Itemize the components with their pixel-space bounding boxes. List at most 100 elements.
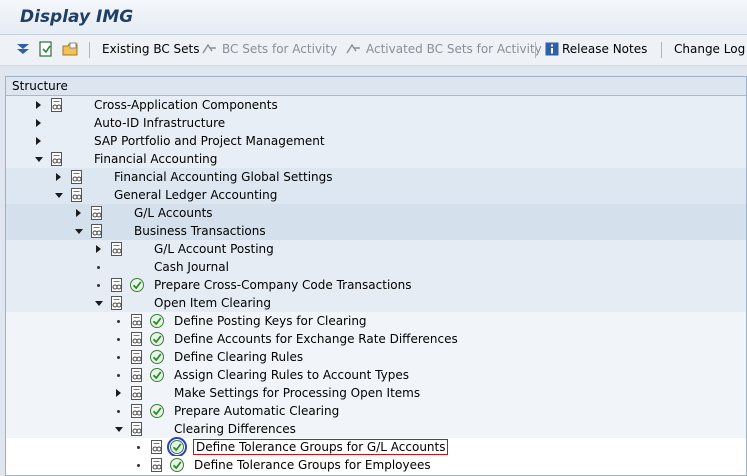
tree-row-label: Assign Clearing Rules to Account Types [174,368,409,382]
collapse-node-icon[interactable] [75,229,83,234]
documentation-icon[interactable] [109,295,125,311]
leaf-bullet-icon [137,446,140,449]
tree-row[interactable]: Financial Accounting [6,150,746,168]
collapse-node-icon[interactable] [115,427,123,432]
leaf-bullet-icon [117,374,120,377]
tree-row-label: Make Settings for Processing Open Items [174,386,421,400]
tree-row[interactable]: Cross-Application Components [6,96,746,114]
tree-row-label: Cross-Application Components [94,98,278,112]
documentation-icon[interactable] [129,421,145,437]
tree-row-label: Define Posting Keys for Clearing [174,314,367,328]
leaf-bullet-icon [117,320,120,323]
tree-row[interactable]: Define Posting Keys for Clearing [6,312,746,330]
img-structure-tree: Structure Cross-Application Components Au… [5,76,747,476]
documentation-icon[interactable] [109,241,125,257]
documentation-icon[interactable] [49,97,65,113]
documentation-icon[interactable] [149,457,165,473]
tree-row-label: Business Transactions [134,224,266,238]
execute-activity-icon[interactable] [149,349,165,365]
tree-row-label: Clearing Differences [174,422,296,436]
execute-activity-icon[interactable] [129,277,145,293]
tree-row[interactable]: Financial Accounting Global Settings [6,168,746,186]
documentation-icon[interactable] [129,349,145,365]
tree-row-label: SAP Portfolio and Project Management [94,134,325,148]
info-icon [545,42,559,56]
folder-icon[interactable] [61,40,79,58]
change-log-button[interactable]: Change Log [674,42,745,56]
tree-row[interactable]: G/L Accounts [6,204,746,222]
leaf-bullet-icon [97,284,100,287]
tree-row-label: Auto-ID Infrastructure [94,116,226,130]
documentation-icon[interactable] [149,439,165,455]
collapse-node-icon[interactable] [35,157,43,162]
documentation-icon[interactable] [89,205,105,221]
leaf-bullet-icon [97,266,100,269]
collapse-node-icon[interactable] [55,193,63,198]
expand-node-icon[interactable] [96,245,101,253]
tree-row[interactable]: Open Item Clearing [6,294,746,312]
execute-activity-icon[interactable] [149,367,165,383]
leaf-bullet-icon [117,410,120,413]
tree-row-label: Financial Accounting Global Settings [114,170,333,184]
release-notes-button[interactable]: Release Notes [545,42,647,56]
tree-row[interactable]: Make Settings for Processing Open Items [6,384,746,402]
execute-activity-icon[interactable] [169,457,185,473]
documentation-icon[interactable] [129,313,145,329]
tree-row-label: Open Item Clearing [154,296,271,310]
tree-row-label: General Ledger Accounting [114,188,278,202]
expand-node-icon[interactable] [56,173,61,181]
leaf-bullet-icon [137,464,140,467]
tree-row[interactable]: G/L Account Posting [6,240,746,258]
documentation-icon[interactable] [129,367,145,383]
documentation-icon[interactable] [69,169,85,185]
expand-node-icon[interactable] [116,389,121,397]
tree-row[interactable]: Cash Journal [6,258,746,276]
tree-row[interactable]: Assign Clearing Rules to Account Types [6,366,746,384]
structure-column-header: Structure [12,79,68,93]
documentation-icon[interactable] [129,385,145,401]
tree-row[interactable]: Clearing Differences [6,420,746,438]
toolbar: Existing BC Sets BC Sets for Activity Ac… [0,35,747,66]
find-icon[interactable] [37,40,55,58]
tree-row-label: Financial Accounting [94,152,218,166]
expand-node-icon[interactable] [76,209,81,217]
documentation-icon[interactable] [129,403,145,419]
tree-row-label: Define Tolerance Groups for G/L Accounts [192,439,449,455]
documentation-icon[interactable] [109,277,125,293]
tree-row[interactable]: Auto-ID Infrastructure [6,114,746,132]
highlight-circle [167,437,187,457]
tree-row[interactable]: Define Tolerance Groups for G/L Accounts [6,437,746,457]
activated-bc-sets-button[interactable]: Activated BC Sets for Activity [345,42,542,56]
tree-row-label: Prepare Automatic Clearing [174,404,340,418]
collapse-node-icon[interactable] [95,301,103,306]
documentation-icon[interactable] [69,187,85,203]
bc-set-icon [202,43,216,54]
bc-sets-for-activity-button[interactable]: BC Sets for Activity [201,42,337,56]
tree-row[interactable]: Define Clearing Rules [6,348,746,366]
execute-activity-icon[interactable] [149,331,165,347]
documentation-icon[interactable] [129,331,145,347]
tree-row[interactable]: General Ledger Accounting [6,186,746,204]
expand-node-icon[interactable] [36,137,41,145]
tree-row-label: Prepare Cross-Company Code Transactions [154,278,412,292]
expand-node-icon[interactable] [36,101,41,109]
documentation-icon[interactable] [89,223,105,239]
tree-row[interactable]: Define Accounts for Exchange Rate Differ… [6,330,746,348]
execute-activity-icon[interactable] [149,313,165,329]
tree-header: Structure [6,77,746,96]
expand-icon[interactable] [14,40,32,58]
tree-row-label: Define Clearing Rules [174,350,304,364]
tree-row-label: Define Tolerance Groups for Employees [194,458,431,472]
expand-node-icon[interactable] [36,119,41,127]
activated-bc-set-icon [346,43,360,54]
tree-row[interactable]: SAP Portfolio and Project Management [6,132,746,150]
tree-row[interactable]: Prepare Automatic Clearing [6,402,746,420]
window-title: Display IMG [20,7,134,27]
execute-activity-icon[interactable] [149,403,165,419]
existing-bc-sets-button[interactable]: Existing BC Sets [102,42,200,56]
documentation-icon[interactable] [49,151,65,167]
title-bar: Display IMG [0,0,747,35]
tree-row[interactable]: Prepare Cross-Company Code Transactions [6,276,746,294]
tree-row[interactable]: Business Transactions [6,222,746,240]
tree-row[interactable]: Define Tolerance Groups for Employees [6,456,746,474]
